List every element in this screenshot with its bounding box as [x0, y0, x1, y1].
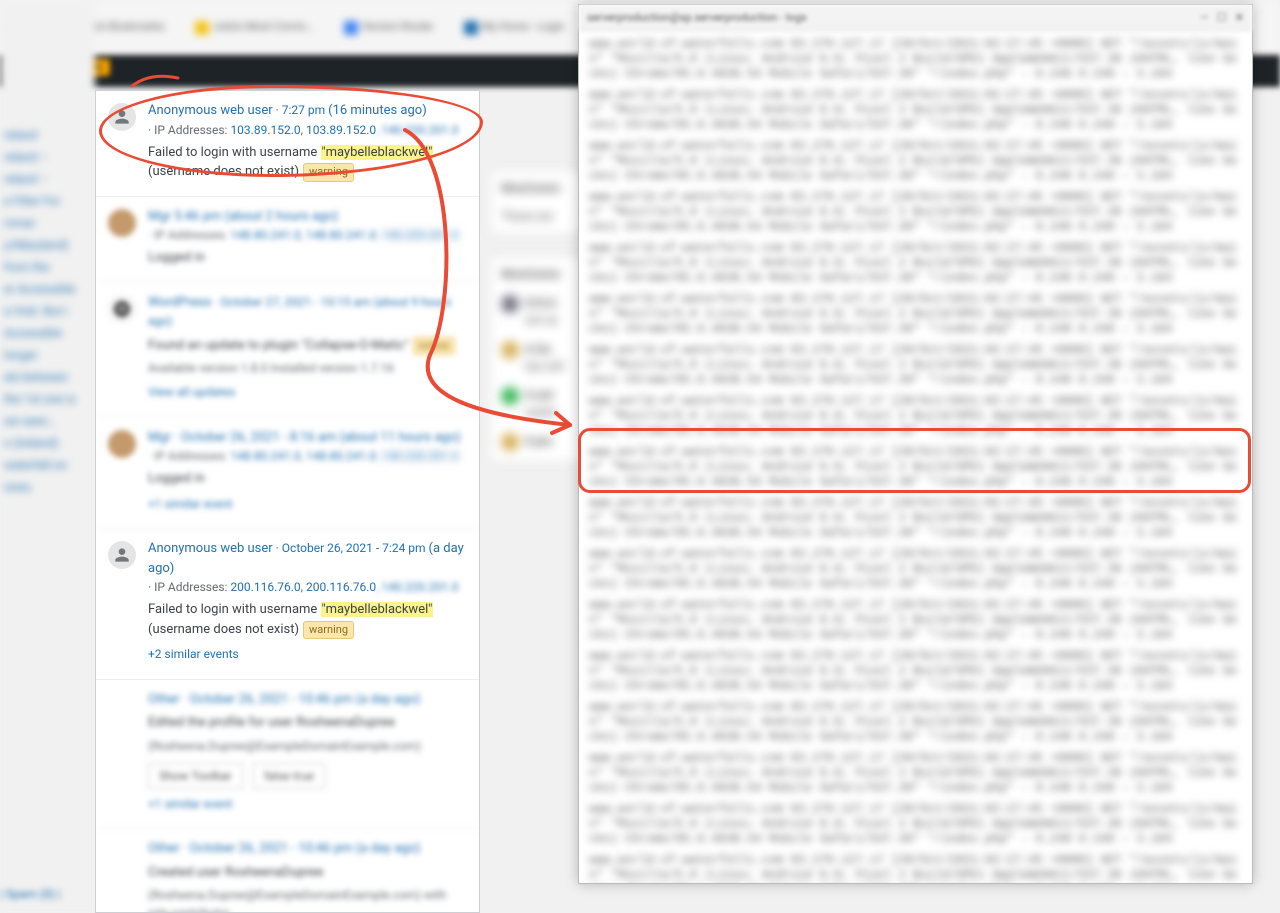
similar-events-link[interactable]: +1 similar event — [148, 795, 233, 813]
entry-ipline: · IP Addresses: 103.89.152.0, 103.89.152… — [148, 121, 465, 139]
log-line-blurred: www.world-of-waterfalls.com 83.270.127.1… — [589, 88, 1242, 133]
anon-user-icon — [108, 103, 136, 131]
log-line-blurred: www.world-of-waterfalls.com 83.270.127.1… — [589, 139, 1242, 184]
log-line-blurred: www.world-of-waterfalls.com 83.270.127.1… — [589, 190, 1242, 235]
entry-action-button[interactable]: false true — [253, 763, 325, 789]
activity-entry[interactable]: Mgr · October 26, 2021 - 8:16 am (about … — [96, 418, 479, 530]
log-line-blurred: www.world-of-waterfalls.com 83.270.127.1… — [589, 292, 1242, 337]
entry-ipline: · IP Addresses: 148.80.241.0, 148.80.241… — [148, 226, 465, 244]
entry-time: · October 26, 2021 - 7:24 pm — [273, 541, 429, 555]
ip-link[interactable]: 148.80.241.0 — [230, 449, 300, 463]
log-line-blurred: www.world-of-waterfalls.com 83.270.127.1… — [589, 547, 1242, 592]
entry-message: Logged in — [148, 248, 465, 268]
log-line-blurred: www.world-of-waterfalls.com 83.270.127.1… — [589, 802, 1242, 847]
entry-user[interactable]: WordPress — [148, 295, 211, 310]
activity-entry[interactable]: Mgr 5:46 pm (about 2 hours ago) · IP Addr… — [96, 197, 479, 283]
entry-user[interactable]: Anonymous web user — [148, 541, 273, 556]
activity-entry[interactable]: Anonymous web user · 7:27 pm (16 minutes… — [96, 91, 479, 197]
log-line-blurred: www.world-of-waterfalls.com 83.270.127.1… — [589, 394, 1242, 439]
ip-link[interactable]: 148.80.241.0 — [306, 228, 376, 242]
log-line-blurred: www.world-of-waterfalls.com 83.270.127.1… — [589, 598, 1242, 643]
similar-events-link[interactable]: +2 similar events — [148, 645, 239, 663]
warning-badge: warning — [303, 163, 354, 182]
entry-message: Edited the profile for user RosheenaDupr… — [148, 713, 465, 733]
ip-link[interactable]: 200.116.76.0 — [306, 580, 376, 594]
user-avatar-icon — [108, 209, 136, 237]
activity-entry[interactable]: Other · October 26, 2021 - 10:46 pm (a d… — [96, 680, 479, 830]
activity-entry[interactable]: Other · October 26, 2021 - 10:46 pm (a d… — [96, 829, 479, 913]
highlighted-username: "maybelleblackwel" — [321, 602, 434, 617]
ip-link[interactable]: 148.80.241.0 — [230, 228, 300, 242]
entry-extra: Available version 1.8.0 Installed versio… — [148, 359, 465, 377]
entry-user[interactable]: Other · October 26, 2021 - 10:46 pm (a d… — [148, 841, 421, 856]
user-avatar-icon — [108, 430, 136, 458]
ip-link[interactable]: 148.80.241.0 — [306, 449, 376, 463]
entry-message: Found an update to plugin "Collapse-O-Ma… — [148, 336, 465, 356]
log-line-blurred: www.world-of-waterfalls.com 83.270.127.1… — [589, 751, 1242, 796]
entry-message: Created user RosheenaDupree — [148, 863, 465, 883]
log-window-titlebar[interactable]: serverproduction@sp.serverproduction - l… — [579, 5, 1252, 31]
similar-events-link[interactable]: View all updates — [148, 383, 235, 401]
entry-user[interactable]: Mgr 5:46 pm (about 2 hours ago) — [148, 209, 338, 224]
warning-badge: warning — [303, 621, 354, 640]
log-line-blurred: www.world-of-waterfalls.com 83.270.127.1… — [589, 241, 1242, 286]
activity-log-panel: Anonymous web user · 7:27 pm (16 minutes… — [95, 90, 480, 913]
log-window-body[interactable]: www.world-of-waterfalls.com 83.270.127.1… — [579, 31, 1252, 883]
left-sidebar: relandreland –reland –e Filter Formmery/… — [0, 0, 95, 913]
ip-link[interactable]: 103.89.152.0 — [230, 123, 300, 137]
entry-user[interactable]: Other · October 26, 2021 - 10:46 pm (a d… — [148, 692, 421, 707]
entry-action-button[interactable]: Show Toolbar — [148, 763, 243, 789]
entry-message: Failed to login with username "maybelleb… — [148, 143, 465, 182]
entry-ago: (16 minutes ago) — [328, 103, 427, 118]
wordpress-icon: W — [108, 295, 136, 323]
activity-entry[interactable]: Anonymous web user · October 26, 2021 - … — [96, 529, 479, 680]
entry-user[interactable]: Mgr · October 26, 2021 - 8:16 am (about … — [148, 430, 461, 445]
entry-extra: (Rosheena.Dupree@ExampleDomainExample.co… — [148, 737, 465, 755]
log-line-blurred: www.world-of-waterfalls.com 83.270.127.1… — [589, 496, 1242, 541]
ip-link[interactable]: 200.116.76.0 — [230, 580, 300, 594]
entry-user[interactable]: Anonymous web user — [148, 103, 273, 118]
similar-events-link[interactable]: +1 similar event — [148, 495, 233, 513]
log-window: serverproduction@sp.serverproduction - l… — [578, 4, 1253, 884]
bottom-bar: | Spam (0) | — [0, 887, 92, 913]
entry-ipline: · IP Addresses: 148.80.241.0, 148.80.241… — [148, 447, 465, 465]
entry-extra: (Rosheena.Dupree@ExampleDomainExample.co… — [148, 886, 465, 913]
entry-ipline: · IP Addresses: 200.116.76.0, 200.116.76… — [148, 578, 465, 596]
entry-time: · 7:27 pm — [273, 103, 328, 117]
log-line-blurred: www.world-of-waterfalls.com 83.270.127.1… — [589, 853, 1242, 883]
log-line-blurred: www.world-of-waterfalls.com 83.270.127.1… — [589, 445, 1242, 490]
log-line-blurred: www.world-of-waterfalls.com 83.270.127.1… — [589, 649, 1242, 694]
log-line-blurred: www.world-of-waterfalls.com 83.270.127.1… — [589, 343, 1242, 388]
log-line-blurred: www.world-of-waterfalls.com 83.270.127.1… — [589, 37, 1242, 82]
highlighted-username: "maybelleblackwel" — [321, 145, 434, 160]
svg-text:W: W — [118, 304, 127, 315]
log-line-blurred: www.world-of-waterfalls.com 83.270.127.1… — [589, 700, 1242, 745]
warning-badge: notice — [413, 337, 455, 356]
ip-link[interactable]: 103.89.152.0 — [306, 123, 376, 137]
anon-user-icon — [108, 541, 136, 569]
entry-message: Failed to login with username "maybelleb… — [148, 600, 465, 639]
entry-message: Logged in — [148, 469, 465, 489]
activity-entry[interactable]: WWordPress · October 27, 2021 - 10:15 am… — [96, 283, 479, 418]
